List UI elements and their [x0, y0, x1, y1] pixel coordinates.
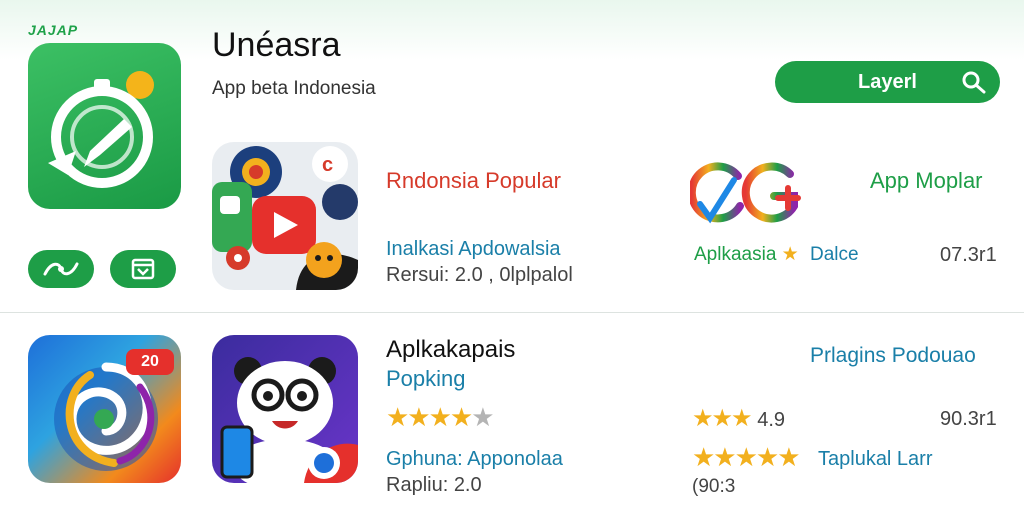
row2-right-stars: ★★★★★ [692, 442, 801, 473]
row2-right-line2: Taplukal Larr [818, 448, 933, 470]
row-divider [0, 312, 1024, 313]
star-icon: ★ [471, 402, 494, 432]
app-subtitle: App beta Indonesia [212, 78, 376, 99]
video-apps-icon[interactable]: c [212, 142, 358, 290]
update-badge-text: 20 [141, 353, 159, 370]
row2-stars: ★★★★★ [386, 402, 495, 433]
route-button[interactable] [28, 250, 94, 288]
app-title: Unéasra [212, 26, 341, 64]
brand-mark: JAJAP [28, 22, 79, 38]
row1-line1: Inalkasi Apdowalsia [386, 238, 561, 260]
row2-line2: Rapliu: 2.0 [386, 474, 482, 496]
update-badge: 20 [126, 349, 174, 375]
row1-right-value: 07.3r1 [940, 244, 997, 266]
search-button[interactable]: Layerl [775, 61, 1000, 103]
row2-right-rating-text: 4.9 [757, 409, 786, 431]
row2-subheading: Popking [386, 366, 466, 391]
row2-line1: Gphuna: Apponolaa [386, 448, 563, 470]
star-icon: ★★★★ [386, 402, 473, 432]
row2-heading[interactable]: Aplkakapais [386, 336, 515, 364]
row1-right-rating-label: Aplkaasia [694, 244, 777, 265]
row2-right-rating: ★★★ 4.9 [692, 404, 785, 433]
star-icon: ★ [781, 244, 799, 265]
row1-right-rating: Aplkaasia ★ Dalce [694, 243, 859, 266]
row2-right-title[interactable]: Prlagins Podouao [810, 344, 976, 368]
svg-text:c: c [322, 154, 333, 176]
stopwatch-app-icon[interactable] [28, 43, 181, 209]
search-icon [962, 71, 986, 94]
search-label: Layerl [858, 70, 917, 93]
row1-right-title[interactable]: App Moplar [870, 168, 983, 194]
row2-right-footer: (90:3 [692, 476, 736, 497]
row2-right-value: 90.3r1 [940, 408, 997, 430]
inbox-button[interactable] [110, 250, 176, 288]
og-logo-icon[interactable] [687, 162, 808, 230]
panda-app-icon[interactable] [212, 335, 358, 483]
row1-line2: Rersui: 2.0 , 0lplpalol [386, 264, 573, 286]
route-icon [43, 262, 79, 276]
inbox-icon [131, 258, 155, 280]
star-icon: ★★★★★ [692, 442, 801, 472]
spiral-app-icon[interactable]: 20 [28, 335, 181, 483]
row1-heading[interactable]: Rndonsia Popular [386, 168, 561, 194]
star-icon: ★★★ [692, 405, 753, 432]
row1-right-rating-suffix: Dalce [810, 244, 859, 265]
